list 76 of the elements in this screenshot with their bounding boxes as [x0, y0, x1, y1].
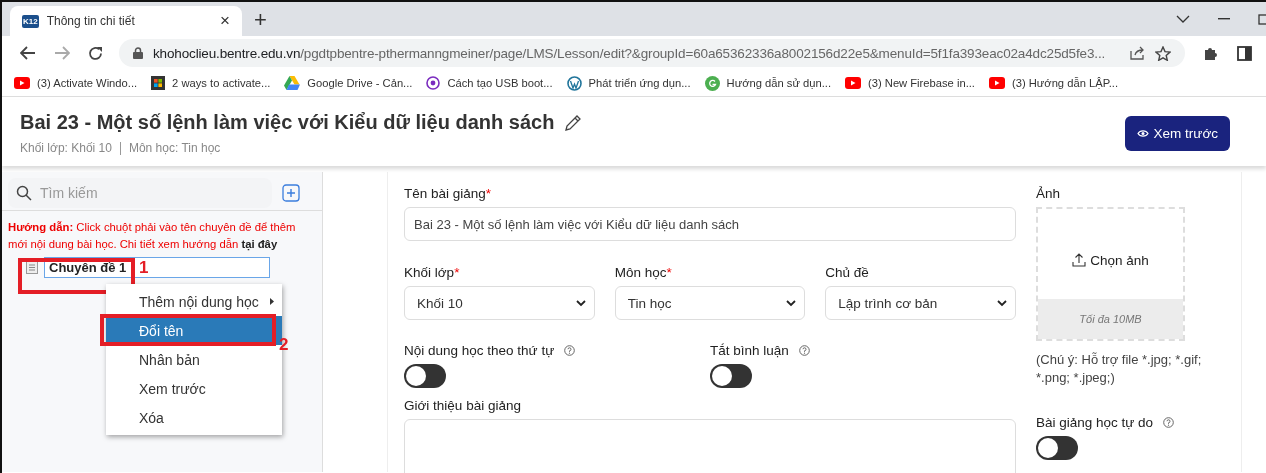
- bookmark[interactable]: Google Drive - Cản...: [284, 76, 413, 90]
- image-upload-area[interactable]: Chọn ảnh Tối đa 10MB: [1036, 207, 1185, 341]
- pencil-icon[interactable]: [564, 113, 583, 132]
- windows-tile-icon: [151, 76, 166, 90]
- side-panel-icon[interactable]: [1237, 45, 1252, 61]
- toggle-switch[interactable]: [404, 364, 446, 388]
- toggle-label: Nội dung học theo thứ tự: [404, 343, 555, 358]
- bookmark[interactable]: (3) Hướng dẫn LẬP...: [988, 77, 1118, 89]
- share-icon[interactable]: [1130, 46, 1145, 60]
- document-icon: [26, 261, 38, 274]
- field-label: Giới thiệu bài giảng: [404, 398, 522, 413]
- field-label: Khối lớp*: [404, 265, 461, 280]
- toggle-label: Tắt bình luận: [710, 343, 789, 358]
- lesson-name-field[interactable]: Bai 23 - Một số lệnh làm việc với Kiểu dữ liệu danh sách: [404, 207, 1016, 241]
- select-field[interactable]: Lập trình cơ bản: [825, 286, 1016, 320]
- puzzle-icon[interactable]: [1203, 45, 1219, 61]
- restore-icon[interactable]: [1258, 13, 1266, 25]
- chevron-down-icon: [575, 299, 586, 307]
- video-play-icon: [845, 77, 861, 89]
- toggle-label: Bài giảng học tự do: [1036, 415, 1154, 430]
- help-icon[interactable]: [564, 345, 576, 356]
- preview-button[interactable]: Xem trước: [1124, 115, 1230, 151]
- bookmark[interactable]: 2 ways to activate...: [151, 76, 271, 90]
- drive-icon: [284, 76, 301, 90]
- size-limit-text: Tối đa 10MB: [1038, 299, 1183, 339]
- meta-text: Khối lớp: Khối 10: [20, 141, 112, 155]
- minimize-icon[interactable]: [1218, 18, 1230, 20]
- select-field[interactable]: Tin học: [614, 286, 806, 320]
- video-play-icon: [988, 77, 1005, 89]
- meta-text: Môn học: Tin học: [128, 141, 221, 155]
- back-icon[interactable]: [20, 46, 36, 60]
- annotation-number: 2: [279, 335, 289, 355]
- star-icon[interactable]: [1155, 45, 1171, 61]
- help-link[interactable]: tại đây: [241, 238, 278, 250]
- field-label: Chủ đề: [825, 265, 870, 280]
- instruction-text: Hướng dẫn: Click chuột phải vào tên chuyên đề để thêm mới nội dung bài học. Chi tiết xem hướng dẫn tại đây: [7, 220, 297, 253]
- menu-item[interactable]: Thêm nội dung học: [106, 287, 282, 316]
- site-logo: K12: [22, 14, 39, 28]
- help-icon[interactable]: [798, 345, 810, 356]
- chevron-down-icon: [997, 299, 1007, 307]
- bookmark[interactable]: (3) New Firebase in...: [845, 77, 975, 89]
- lesson-title: Bai 23 - Một số lệnh làm việc với Kiểu dữ liệu danh sách: [20, 111, 555, 134]
- chevron-down-icon[interactable]: [1176, 14, 1190, 24]
- field-label: Môn học*: [614, 265, 673, 280]
- close-tab-button[interactable]: ×: [216, 11, 234, 31]
- lock-icon: [133, 47, 143, 59]
- annotation-number: 1: [139, 258, 149, 278]
- help-icon[interactable]: [1163, 417, 1175, 428]
- reload-icon[interactable]: [88, 45, 103, 61]
- select-field[interactable]: Khối 10: [404, 286, 595, 320]
- toggle-switch[interactable]: [1036, 436, 1078, 460]
- wordpress-icon: [566, 75, 582, 91]
- search-icon: [16, 185, 32, 201]
- menu-item[interactable]: Xem trước: [106, 374, 282, 403]
- chevron-down-icon: [786, 299, 797, 307]
- address-bar[interactable]: khohoclieu.bentre.edu.vn/pgdtpbentre-pthermanngmeiner/page/LMS/Lesson/edit?&groupId=60a65362336a8002156d22e5&menuId=5f1fa393eac02a4dc25d5fe3...: [119, 39, 1185, 67]
- eye-icon: [1136, 128, 1149, 138]
- url-text: khohoclieu.bentre.edu.vn/pgdtpbentre-pthermanngmeiner/page/LMS/Lesson/edit?&groupId=60a65362336a8002156d22e5&menuId=5f1fa393eac02a4dc25d5fe3...: [153, 45, 1107, 61]
- toggle-switch[interactable]: [710, 364, 752, 388]
- choose-image-text: Chọn ảnh: [1090, 252, 1149, 268]
- new-tab-button[interactable]: +: [250, 7, 271, 33]
- search-field[interactable]: Tìm kiếm: [8, 178, 272, 208]
- bookmark[interactable]: Hướng dẫn sử dụn...: [704, 75, 831, 91]
- add-icon[interactable]: [282, 184, 300, 202]
- video-play-icon: [14, 77, 30, 89]
- field-label: Tên bài giảng*: [404, 186, 493, 201]
- letter-g-circle-icon: [704, 75, 720, 91]
- tab-title[interactable]: Thông tin chi tiết: [46, 14, 209, 28]
- menu-item[interactable]: Xóa: [106, 403, 282, 432]
- upload-icon: [1072, 253, 1087, 267]
- bookmark[interactable]: Cách tạo USB boot...: [426, 76, 553, 90]
- field-label: Ảnh: [1036, 186, 1062, 201]
- bookmark[interactable]: Phát triển ứng dụn...: [566, 75, 691, 91]
- file-type-note: (Chú ý: Hỗ trợ file *.jpg; *.gif; *.png; *.jpeg;): [1036, 351, 1203, 387]
- podcast-icon: [426, 76, 441, 90]
- bookmark[interactable]: (3) Activate Windo...: [14, 77, 138, 89]
